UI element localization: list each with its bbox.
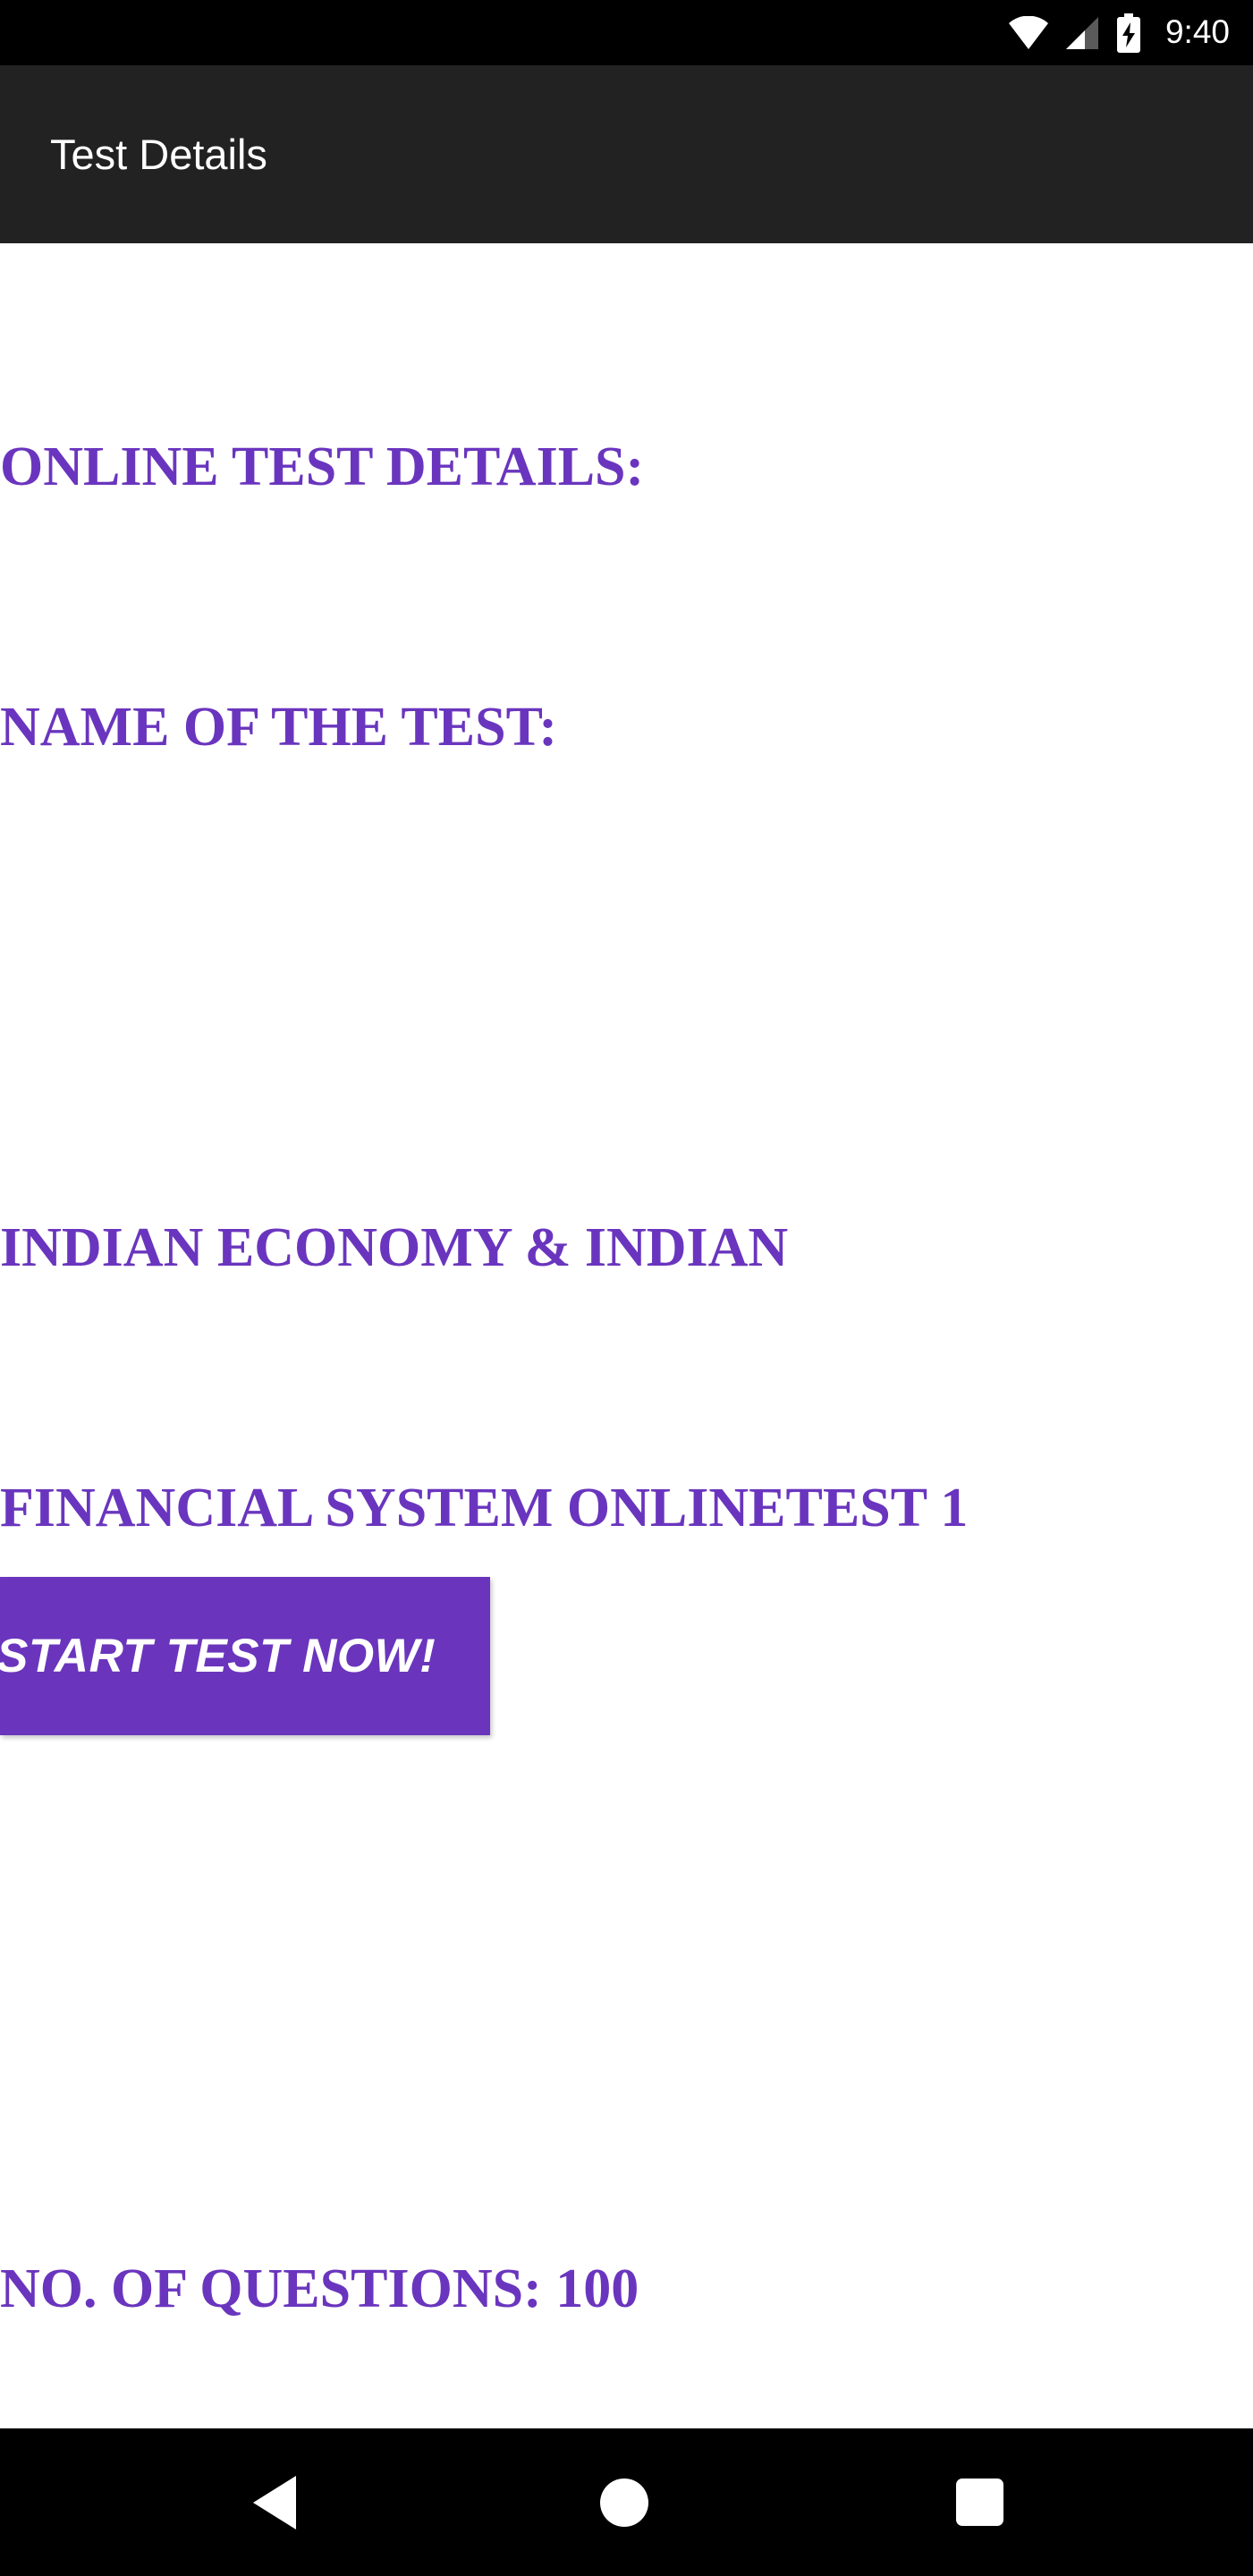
android-navigation-bar — [0, 2428, 1253, 2576]
recents-button[interactable] — [890, 2428, 1069, 2576]
test-details-text: ONLINE TEST DETAILS: NAME OF THE TEST: I… — [0, 243, 1253, 2428]
wifi-icon — [1008, 15, 1049, 50]
start-test-button[interactable]: START TEST NOW! — [0, 1577, 490, 1735]
detail-blank-line — [0, 945, 1253, 1031]
back-button[interactable] — [185, 2428, 364, 2576]
detail-line-name-label: NAME OF THE TEST: — [0, 697, 557, 758]
cell-signal-icon — [1064, 16, 1100, 50]
app-bar: Test Details — [0, 65, 1253, 243]
detail-blank-line — [0, 1986, 1253, 2072]
triangle-back-icon — [253, 2475, 296, 2529]
main-content: ONLINE TEST DETAILS: NAME OF THE TEST: I… — [0, 243, 1253, 2428]
status-bar-icons: 9:40 — [1008, 13, 1230, 53]
detail-blank-line — [0, 1725, 1253, 1812]
detail-line-heading: ONLINE TEST DETAILS: — [0, 436, 645, 497]
page-title: Test Details — [50, 131, 267, 178]
circle-home-icon — [600, 2478, 648, 2527]
detail-line-test-name-2: FINANCIAL SYSTEM ONLINETEST 1 — [0, 1478, 969, 1538]
android-screen: 9:40 Test Details ONLINE TEST DETAILS: N… — [0, 0, 1253, 2576]
detail-line-question-count: NO. OF QUESTIONS: 100 — [0, 2258, 639, 2319]
status-bar: 9:40 — [0, 0, 1253, 65]
home-button[interactable] — [535, 2428, 714, 2576]
square-recents-icon — [955, 2479, 1003, 2526]
detail-line-test-name-1: INDIAN ECONOMY & INDIAN — [0, 1217, 789, 1278]
status-bar-clock: 9:40 — [1164, 13, 1230, 50]
start-test-button-label: START TEST NOW! — [0, 1630, 436, 1682]
battery-charging-icon — [1115, 13, 1142, 53]
